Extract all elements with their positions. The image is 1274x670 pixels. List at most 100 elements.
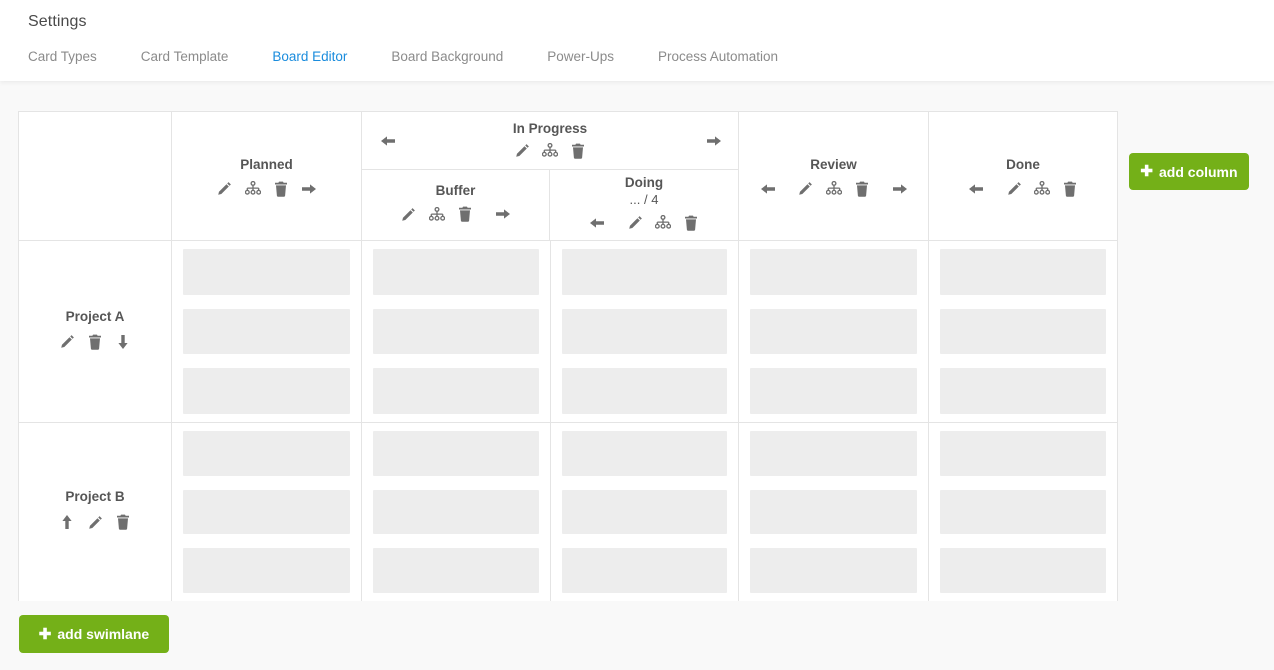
arrow-right-icon[interactable] <box>489 201 517 227</box>
card-placeholder[interactable] <box>373 548 539 593</box>
lane-cell-project-b-buffer[interactable] <box>362 423 551 601</box>
card-placeholder[interactable] <box>940 490 1106 535</box>
trash-icon[interactable] <box>564 138 592 164</box>
card-placeholder[interactable] <box>373 490 539 535</box>
trash-icon[interactable] <box>267 176 295 202</box>
card-placeholder[interactable] <box>183 490 350 535</box>
card-placeholder[interactable] <box>750 548 917 593</box>
card-placeholder[interactable] <box>940 309 1106 355</box>
tab-board-background[interactable]: Board Background <box>391 48 503 66</box>
lane-cell-project-b-doing[interactable] <box>551 423 739 601</box>
pencil-icon[interactable] <box>211 176 239 202</box>
add-swimlane-button[interactable]: ✚add swimlane <box>19 615 169 653</box>
card-placeholder[interactable] <box>183 548 350 593</box>
column-title-done: Done <box>1006 157 1040 173</box>
column-header-planned: Planned <box>172 112 362 240</box>
page-title: Settings <box>28 13 87 31</box>
trash-icon[interactable] <box>677 210 705 236</box>
column-header-doing: Doing ... / 4 <box>550 170 738 240</box>
lane-cell-project-b-planned[interactable] <box>172 423 362 601</box>
tab-card-types[interactable]: Card Types <box>28 48 97 66</box>
card-placeholder[interactable] <box>373 309 539 355</box>
card-placeholder[interactable] <box>562 309 727 355</box>
split-column-icon[interactable] <box>239 176 267 202</box>
split-column-icon[interactable] <box>1028 176 1056 202</box>
card-placeholder[interactable] <box>373 249 539 295</box>
tab-card-template[interactable]: Card Template <box>141 48 229 66</box>
trash-icon[interactable] <box>451 201 479 227</box>
swimlane-actions-project-a <box>53 329 137 355</box>
pencil-icon[interactable] <box>1000 176 1028 202</box>
lane-cell-project-b-done[interactable] <box>929 423 1117 601</box>
arrow-right-icon[interactable] <box>295 176 323 202</box>
card-placeholder[interactable] <box>750 249 917 295</box>
swimlane-header-project-b: Project B <box>19 423 172 601</box>
arrow-left-icon[interactable] <box>583 210 611 236</box>
column-actions-doing <box>583 210 705 236</box>
trash-icon[interactable] <box>848 176 876 202</box>
arrow-down-icon[interactable] <box>109 329 137 355</box>
pencil-icon[interactable] <box>53 329 81 355</box>
lane-cell-project-b-review[interactable] <box>739 423 929 601</box>
pencil-icon[interactable] <box>395 201 423 227</box>
split-column-icon[interactable] <box>820 176 848 202</box>
card-placeholder[interactable] <box>940 249 1106 295</box>
arrow-right-icon[interactable] <box>886 176 914 202</box>
column-actions-planned <box>211 176 323 202</box>
card-placeholder[interactable] <box>183 368 350 414</box>
column-actions-in-progress <box>508 138 592 164</box>
card-placeholder[interactable] <box>373 431 539 476</box>
card-placeholder[interactable] <box>183 431 350 476</box>
card-placeholder[interactable] <box>562 490 727 535</box>
add-column-button[interactable]: ✚ add column <box>1129 153 1249 190</box>
pencil-icon[interactable] <box>621 210 649 236</box>
arrow-up-icon[interactable] <box>53 509 81 535</box>
wip-limit-doing: ... / 4 <box>630 191 659 208</box>
lane-cell-project-a-done[interactable] <box>929 241 1117 422</box>
lane-cell-project-a-doing[interactable] <box>551 241 739 422</box>
card-placeholder[interactable] <box>562 548 727 593</box>
card-placeholder[interactable] <box>940 431 1106 476</box>
card-placeholder[interactable] <box>940 548 1106 593</box>
arrow-left-icon[interactable] <box>754 176 782 202</box>
card-placeholder[interactable] <box>183 309 350 355</box>
card-placeholder[interactable] <box>373 368 539 414</box>
tab-board-editor[interactable]: Board Editor <box>272 48 347 66</box>
arrow-left-icon[interactable] <box>962 176 990 202</box>
lane-cell-project-a-buffer[interactable] <box>362 241 551 422</box>
card-placeholder[interactable] <box>750 490 917 535</box>
tab-power-ups[interactable]: Power-Ups <box>547 48 614 66</box>
card-placeholder[interactable] <box>750 368 917 414</box>
pencil-icon[interactable] <box>508 138 536 164</box>
pencil-icon[interactable] <box>792 176 820 202</box>
settings-tab-bar: Card Types Card Template Board Editor Bo… <box>28 48 778 66</box>
card-placeholder[interactable] <box>750 309 917 355</box>
column-actions-review <box>754 176 914 202</box>
tab-process-automation[interactable]: Process Automation <box>658 48 778 66</box>
card-placeholder[interactable] <box>562 249 727 295</box>
board-column-header-row: Planned <box>19 112 1117 241</box>
trash-icon[interactable] <box>81 329 109 355</box>
arrow-left-icon[interactable] <box>374 128 402 154</box>
swimlane-row-project-b: Project B <box>19 423 1117 601</box>
arrow-right-icon[interactable] <box>700 128 728 154</box>
card-placeholder[interactable] <box>750 431 917 476</box>
add-column-label: add column <box>1159 164 1238 180</box>
trash-icon[interactable] <box>1056 176 1084 202</box>
swimlane-title-project-a: Project A <box>66 309 125 325</box>
plus-icon: ✚ <box>1140 164 1153 179</box>
column-title-in-progress: In Progress <box>513 121 587 137</box>
card-placeholder[interactable] <box>940 368 1106 414</box>
card-placeholder[interactable] <box>562 431 727 476</box>
board-corner-cell <box>19 112 172 240</box>
split-column-icon[interactable] <box>423 201 451 227</box>
lane-cell-project-a-planned[interactable] <box>172 241 362 422</box>
card-placeholder[interactable] <box>183 249 350 295</box>
split-column-icon[interactable] <box>536 138 564 164</box>
split-column-icon[interactable] <box>649 210 677 236</box>
lane-cell-project-a-review[interactable] <box>739 241 929 422</box>
column-title-buffer: Buffer <box>436 183 476 199</box>
pencil-icon[interactable] <box>81 509 109 535</box>
card-placeholder[interactable] <box>562 368 727 414</box>
trash-icon[interactable] <box>109 509 137 535</box>
